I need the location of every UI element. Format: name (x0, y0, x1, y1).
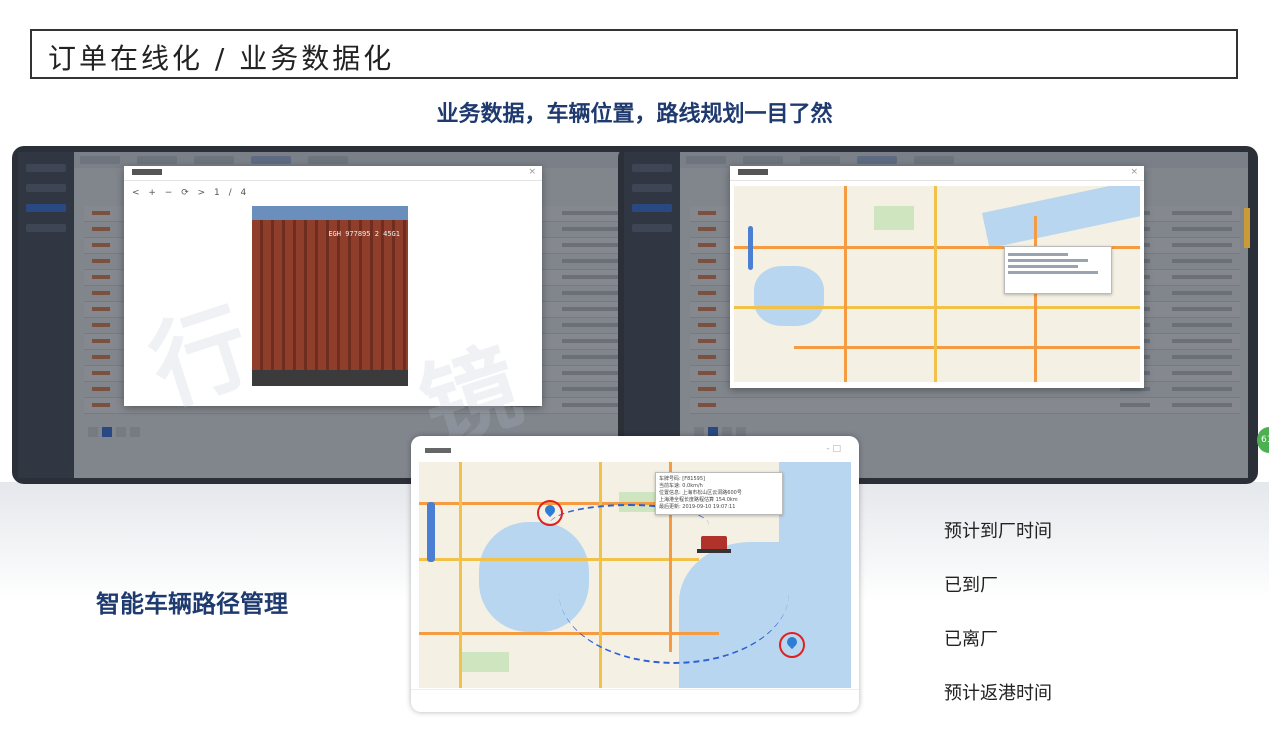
popup-line: 上海港全程长度路程估算 154.0km (659, 497, 738, 503)
side-badge[interactable]: 61 (1257, 427, 1269, 453)
front-route-device: - □ 车牌号码: [F81595] 当前车速: 0.0km/h 位置信息: 上… (411, 436, 859, 712)
destination-pin-icon[interactable] (779, 632, 805, 658)
vehicle-info-popup: 车牌号码: [F81595] 当前车速: 0.0km/h 位置信息: 上海市松山… (655, 472, 783, 515)
side-tab[interactable] (1244, 208, 1250, 248)
map-road (844, 186, 847, 382)
feature-label: 智能车辆路径管理 (96, 590, 288, 618)
popup-line: 位置信息: 上海市松山区云洞路600号 (659, 490, 742, 496)
left-device-screen: × < + − ⟳ > 1 / 4 EGH 977895 2 45G1 (18, 152, 638, 478)
origin-pin-icon[interactable] (537, 500, 563, 526)
vehicle-map[interactable] (734, 186, 1140, 382)
truck-icon[interactable] (697, 536, 731, 553)
map-road (1034, 216, 1037, 382)
vehicle-info-popup (1004, 246, 1112, 294)
status-item: 已到厂 (944, 575, 998, 596)
route-line (559, 522, 789, 664)
window-controls[interactable]: - □ (826, 444, 841, 454)
vehicle-location-modal: × (730, 166, 1144, 388)
popup-line: 车牌号码: [F81595] (659, 476, 705, 482)
map-water (779, 462, 851, 542)
slide-title-box: 订单在线化 / 业务数据化 (30, 29, 1238, 79)
modal-title (738, 169, 768, 175)
device-title (425, 448, 451, 453)
route-map[interactable]: 车牌号码: [F81595] 当前车速: 0.0km/h 位置信息: 上海市松山… (419, 462, 851, 688)
map-road (734, 306, 1140, 309)
map-road (459, 462, 462, 688)
slide-title: 订单在线化 / 业务数据化 (48, 42, 395, 75)
status-item: 预计返港时间 (944, 683, 1052, 704)
container-photo: EGH 977895 2 45G1 (252, 206, 408, 386)
map-park (874, 206, 914, 230)
popup-line: 当前车速: 0.0km/h (659, 483, 703, 489)
slide-subtitle: 业务数据，车辆位置，路线规划一目了然 (436, 102, 833, 127)
modal-header: × (730, 166, 1144, 181)
map-park (459, 652, 509, 672)
container-number: EGH 977895 2 45G1 (328, 230, 400, 238)
modal-title (132, 169, 162, 175)
modal-header: × (124, 166, 542, 181)
device-toolbar (411, 689, 859, 712)
map-water (982, 186, 1140, 249)
map-zoom-slider[interactable] (427, 502, 435, 562)
status-item: 预计到厂时间 (944, 521, 1052, 542)
popup-line: 最后更新: 2019-09-10 19:07:11 (659, 504, 736, 510)
status-item: 已离厂 (944, 629, 998, 650)
close-icon[interactable]: × (1130, 167, 1138, 177)
viewer-toolbar[interactable]: < + − ⟳ > 1 / 4 (132, 188, 249, 198)
right-device-screen: × (624, 152, 1248, 478)
left-device-frame: × < + − ⟳ > 1 / 4 EGH 977895 2 45G1 (12, 146, 644, 484)
map-water (754, 266, 824, 326)
close-icon[interactable]: × (528, 167, 536, 177)
map-zoom-slider[interactable] (748, 226, 753, 270)
status-list: 预计到厂时间 已到厂 已离厂 预计返港时间 (944, 517, 1052, 733)
right-device-frame: × (618, 146, 1258, 484)
map-road (934, 186, 937, 382)
